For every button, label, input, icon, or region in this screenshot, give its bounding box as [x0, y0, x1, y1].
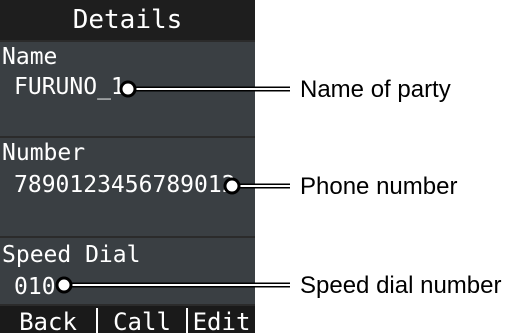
- name-leader-dot: [119, 80, 137, 98]
- name-callout: Name of party: [300, 76, 451, 103]
- number-leader: [223, 177, 290, 195]
- speed-dial-leader-dot: [55, 276, 73, 294]
- speed-dial-callout: Speed dial number: [300, 272, 502, 299]
- number-leader-dot: [223, 177, 241, 195]
- number-callout: Phone number: [300, 173, 458, 200]
- name-leader: [119, 80, 290, 98]
- speed-dial-leader: [55, 276, 290, 294]
